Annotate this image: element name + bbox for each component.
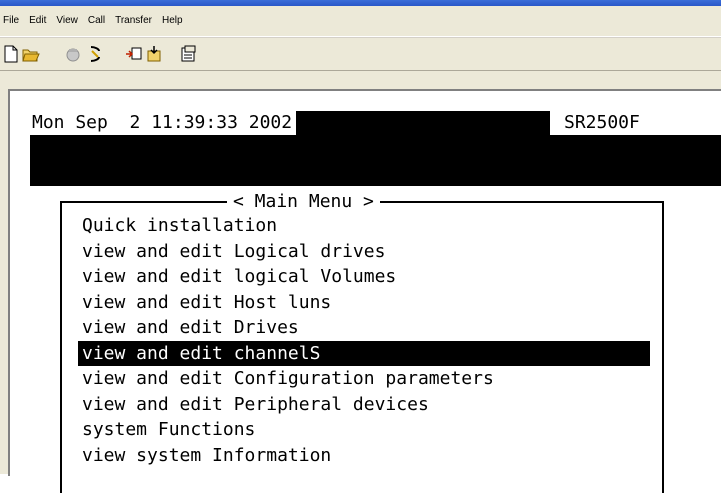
- status-datetime: Mon Sep 2 11:39:33 2002: [30, 111, 297, 135]
- menu-option-logical-volumes[interactable]: view and edit logical Volumes: [78, 264, 650, 290]
- menu-option-quick-installation[interactable]: Quick installation: [78, 213, 650, 239]
- menu-option-system-information[interactable]: view system Information: [78, 443, 650, 469]
- disconnect-icon[interactable]: [64, 45, 82, 63]
- menu-option-logical-drives[interactable]: view and edit Logical drives: [78, 239, 650, 265]
- main-menu-box: < Main Menu > Quick installation view an…: [60, 190, 664, 493]
- menu-help[interactable]: Help: [157, 6, 188, 36]
- menu-option-peripheral-devices[interactable]: view and edit Peripheral devices: [78, 392, 650, 418]
- menu-option-system-functions[interactable]: system Functions: [78, 417, 650, 443]
- menu-file[interactable]: File: [0, 6, 24, 36]
- main-menu-title: < Main Menu >: [227, 190, 380, 214]
- new-icon[interactable]: [2, 45, 20, 63]
- menu-view[interactable]: View: [51, 6, 83, 36]
- connect-icon[interactable]: [86, 45, 104, 63]
- menu-option-channels[interactable]: view and edit channelS: [78, 340, 650, 366]
- terminal-screen[interactable]: Mon Sep 2 11:39:33 2002 SR2500F < Main M…: [20, 101, 721, 493]
- menu-option-host-luns[interactable]: view and edit Host luns: [78, 290, 650, 316]
- status-model: SR2500F: [550, 111, 721, 135]
- properties-icon[interactable]: [180, 45, 198, 63]
- menu-edit[interactable]: Edit: [24, 6, 51, 36]
- terminal-status-bar: Mon Sep 2 11:39:33 2002 SR2500F: [30, 111, 721, 186]
- open-icon[interactable]: [22, 45, 40, 63]
- menu-transfer[interactable]: Transfer: [110, 6, 157, 36]
- main-menu-list: Quick installation view and edit Logical…: [78, 213, 650, 468]
- toolbar: [0, 38, 721, 71]
- menu-call[interactable]: Call: [83, 6, 110, 36]
- menu-option-drives[interactable]: view and edit Drives: [78, 315, 650, 341]
- menu-bar: File Edit View Call Transfer Help: [0, 6, 721, 36]
- send-icon[interactable]: [125, 45, 143, 63]
- menu-option-configuration-parameters[interactable]: view and edit Configuration parameters: [78, 366, 650, 392]
- receive-icon[interactable]: [146, 45, 164, 63]
